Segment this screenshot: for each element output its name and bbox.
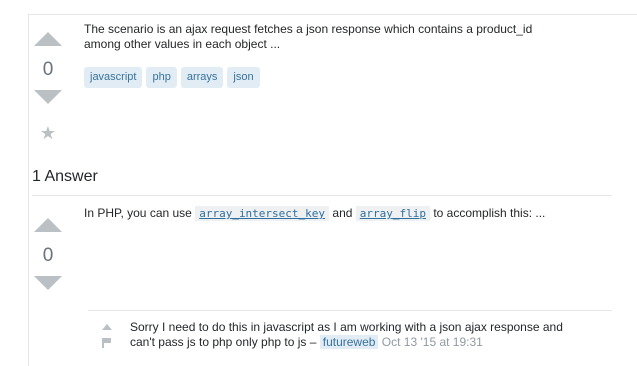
comment-flag-icon[interactable] bbox=[102, 338, 112, 348]
answer-text-prefix: In PHP, you can use bbox=[84, 206, 192, 220]
comment-user-link[interactable]: futureweb bbox=[319, 335, 379, 349]
comment-body: Sorry I need to do this in javascript as… bbox=[130, 320, 620, 350]
comment-divider bbox=[88, 310, 612, 311]
comment-tools bbox=[100, 320, 114, 348]
answer-vote-count: 0 bbox=[42, 245, 54, 266]
favorite-star-icon[interactable]: ★ bbox=[28, 124, 68, 142]
comment-upvote-arrow-icon[interactable] bbox=[102, 324, 112, 330]
code-array-flip[interactable]: array_flip bbox=[355, 206, 430, 221]
question-excerpt-line-1: The scenario is an ajax request fetches … bbox=[84, 22, 533, 36]
answer-votecell: 0 bbox=[28, 218, 68, 290]
answer-text-mid: and bbox=[332, 206, 353, 220]
question-tags: javascript php arrays json bbox=[84, 67, 260, 88]
answer-excerpt: In PHP, you can use array_intersect_key … bbox=[84, 206, 614, 221]
tag-php[interactable]: php bbox=[146, 67, 177, 88]
code-array-intersect-key[interactable]: array_intersect_key bbox=[195, 206, 330, 221]
question-vote-count: 0 bbox=[42, 59, 54, 80]
tag-arrays[interactable]: arrays bbox=[180, 67, 224, 88]
answer-upvote-arrow-icon[interactable] bbox=[34, 218, 62, 232]
question-upvote-arrow-icon[interactable] bbox=[34, 32, 62, 46]
question-excerpt-line-2: among other values in each object ... bbox=[84, 37, 281, 51]
comment-line-2-wrap: can't pass js to php only php to js – fu… bbox=[130, 335, 620, 350]
comment-line-2: can't pass js to php only php to js – bbox=[130, 335, 317, 349]
question-votecell: 0 ★ bbox=[28, 32, 68, 142]
comment-line-1: Sorry I need to do this in javascript as… bbox=[130, 320, 563, 334]
question-downvote-arrow-icon[interactable] bbox=[34, 90, 62, 104]
tag-javascript[interactable]: javascript bbox=[84, 67, 143, 88]
answer-downvote-arrow-icon[interactable] bbox=[34, 276, 62, 290]
question-excerpt: The scenario is an ajax request fetches … bbox=[84, 22, 604, 52]
tag-json[interactable]: json bbox=[227, 67, 260, 88]
answers-divider bbox=[32, 195, 612, 196]
comment-date[interactable]: Oct 13 '15 at 19:31 bbox=[382, 335, 483, 349]
answers-count-header: 1 Answer bbox=[32, 168, 98, 185]
answer-text-suffix: to accomplish this: ... bbox=[433, 206, 546, 220]
